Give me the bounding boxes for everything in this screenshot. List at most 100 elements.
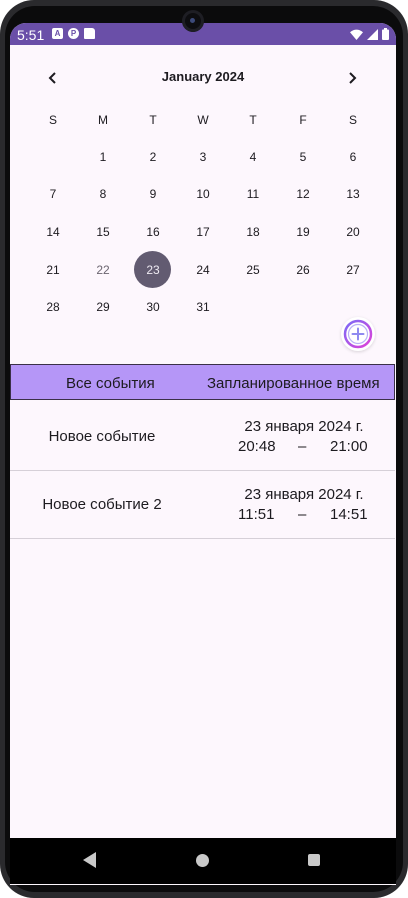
calendar-day[interactable]: 30 <box>128 288 178 326</box>
calendar-day-number: 28 <box>46 300 60 315</box>
calendar-day-number: 22 <box>96 262 110 277</box>
status-icons-right <box>350 28 389 40</box>
calendar-day[interactable]: 22 <box>78 251 128 289</box>
weekday-label: F <box>299 113 307 127</box>
calendar-day-number: 3 <box>199 149 207 164</box>
calendar-grid: 1 2 3 4 5 6 7 8 9 10 11 12 13 14 15 16 17 18 19 20 21 22 23 24 2… <box>28 138 378 326</box>
calendar-week: 14 15 16 17 18 19 20 <box>28 213 378 251</box>
weekday-label: W <box>197 113 209 127</box>
calendar-day-number: 15 <box>96 224 110 239</box>
calendar-day[interactable]: 29 <box>78 288 128 326</box>
status-time: 5:51 <box>17 27 45 43</box>
calendar-empty-cell <box>278 288 328 326</box>
calendar-day[interactable]: 18 <box>228 213 278 251</box>
all-events-header[interactable]: Все события <box>66 375 155 392</box>
weekday-label: T <box>249 113 257 127</box>
calendar-day[interactable]: 12 <box>278 176 328 214</box>
calendar-day-number: 8 <box>99 187 107 202</box>
calendar-day[interactable]: 26 <box>278 251 328 289</box>
calendar-day[interactable]: 15 <box>78 213 128 251</box>
calendar-day[interactable]: 24 <box>178 251 228 289</box>
calendar-day[interactable]: 19 <box>278 213 328 251</box>
calendar-day[interactable]: 20 <box>328 213 378 251</box>
back-icon[interactable] <box>83 852 97 873</box>
status-icons-left: A P <box>52 28 95 39</box>
weekday-label: S <box>48 113 57 127</box>
calendar-day-number: 25 <box>246 262 260 277</box>
month-title: January 2024 <box>161 69 245 84</box>
app-screen: 5:51 A P January 2024 S M T W T F S 1 2 … <box>10 23 396 885</box>
calendar-day-number: 12 <box>296 187 310 202</box>
calendar-day[interactable]: 14 <box>28 213 78 251</box>
calendar-day-number: 20 <box>346 224 360 239</box>
calendar-day[interactable]: 25 <box>228 251 278 289</box>
calendar-day[interactable]: 7 <box>28 176 78 214</box>
calendar-day-number: 2 <box>149 149 157 164</box>
recents-icon[interactable] <box>308 854 320 866</box>
event-date: 23 января 2024 г. <box>244 486 364 503</box>
calendar-day-number: 26 <box>296 262 310 277</box>
calendar-day-number: 27 <box>346 262 360 277</box>
event-end-time: 21:00 <box>330 438 368 455</box>
calendar-day-number: 1 <box>99 149 107 164</box>
calendar-day-number: 30 <box>146 300 160 315</box>
calendar-header: January 2024 <box>10 67 396 89</box>
calendar-day[interactable]: 23 <box>128 250 178 289</box>
calendar-day[interactable]: 13 <box>328 176 378 214</box>
calendar-day[interactable]: 6 <box>328 138 378 176</box>
calendar-day-number: 29 <box>96 300 110 315</box>
calendar-week: 1 2 3 4 5 6 <box>28 138 378 176</box>
calendar-day-number: 7 <box>49 187 57 202</box>
calendar-day[interactable]: 16 <box>128 213 178 251</box>
calendar-day-number: 18 <box>246 224 260 239</box>
p-icon: P <box>68 28 79 39</box>
event-date: 23 января 2024 г. <box>244 418 364 435</box>
chevron-right-icon[interactable] <box>340 67 364 89</box>
calendar-day-number: 24 <box>196 262 210 277</box>
event-row[interactable]: Новое событие 23 января 2024 г. 20:48 – … <box>10 404 395 471</box>
calendar-week: 21 22 23 24 25 26 27 <box>28 250 378 289</box>
calendar-day[interactable]: 8 <box>78 176 128 214</box>
battery-icon <box>382 28 389 40</box>
calendar-day[interactable]: 2 <box>128 138 178 176</box>
calendar-day-number: 9 <box>149 187 157 202</box>
chevron-left-icon[interactable] <box>41 67 65 89</box>
add-event-button[interactable] <box>341 317 375 351</box>
calendar-day[interactable]: 1 <box>78 138 128 176</box>
calendar-day[interactable]: 31 <box>178 288 228 326</box>
calendar-day-number: 19 <box>296 224 310 239</box>
calendar-day[interactable]: 11 <box>228 176 278 214</box>
calendar-day-number: 6 <box>349 149 357 164</box>
calendar-day[interactable]: 28 <box>28 288 78 326</box>
calendar-day-number: 14 <box>46 224 60 239</box>
scheduled-time-header[interactable]: Запланированное время <box>207 375 380 392</box>
weekday-row: S M T W T F S <box>28 113 378 127</box>
calendar-day-number: 21 <box>46 262 60 277</box>
calendar-day[interactable]: 21 <box>28 251 78 289</box>
calendar-day[interactable]: 4 <box>228 138 278 176</box>
wifi-icon <box>350 29 363 40</box>
calendar-day[interactable]: 10 <box>178 176 228 214</box>
time-separator: – <box>298 438 307 455</box>
calendar-day[interactable]: 9 <box>128 176 178 214</box>
home-icon[interactable] <box>196 854 209 867</box>
event-end-time: 14:51 <box>330 506 368 523</box>
event-start-time: 20:48 <box>238 438 276 455</box>
calendar-day[interactable]: 17 <box>178 213 228 251</box>
a-icon: A <box>52 28 63 39</box>
calendar-week: 7 8 9 10 11 12 13 <box>28 176 378 214</box>
event-row[interactable]: Новое событие 2 23 января 2024 г. 11:51 … <box>10 472 395 539</box>
calendar-day[interactable]: 3 <box>178 138 228 176</box>
calendar-day-number: 11 <box>246 187 260 202</box>
sd-card-icon <box>84 28 95 39</box>
calendar-day-number: 23 <box>146 262 160 277</box>
calendar-empty-cell <box>28 138 78 176</box>
calendar-week: 28 29 30 31 <box>28 288 378 326</box>
event-start-time: 11:51 <box>238 506 275 523</box>
calendar-day-number: 10 <box>196 187 210 202</box>
signal-icon <box>367 28 378 40</box>
calendar-day[interactable]: 27 <box>328 251 378 289</box>
camera-cutout <box>182 10 204 32</box>
calendar-day-number: 5 <box>299 149 307 164</box>
calendar-day[interactable]: 5 <box>278 138 328 176</box>
